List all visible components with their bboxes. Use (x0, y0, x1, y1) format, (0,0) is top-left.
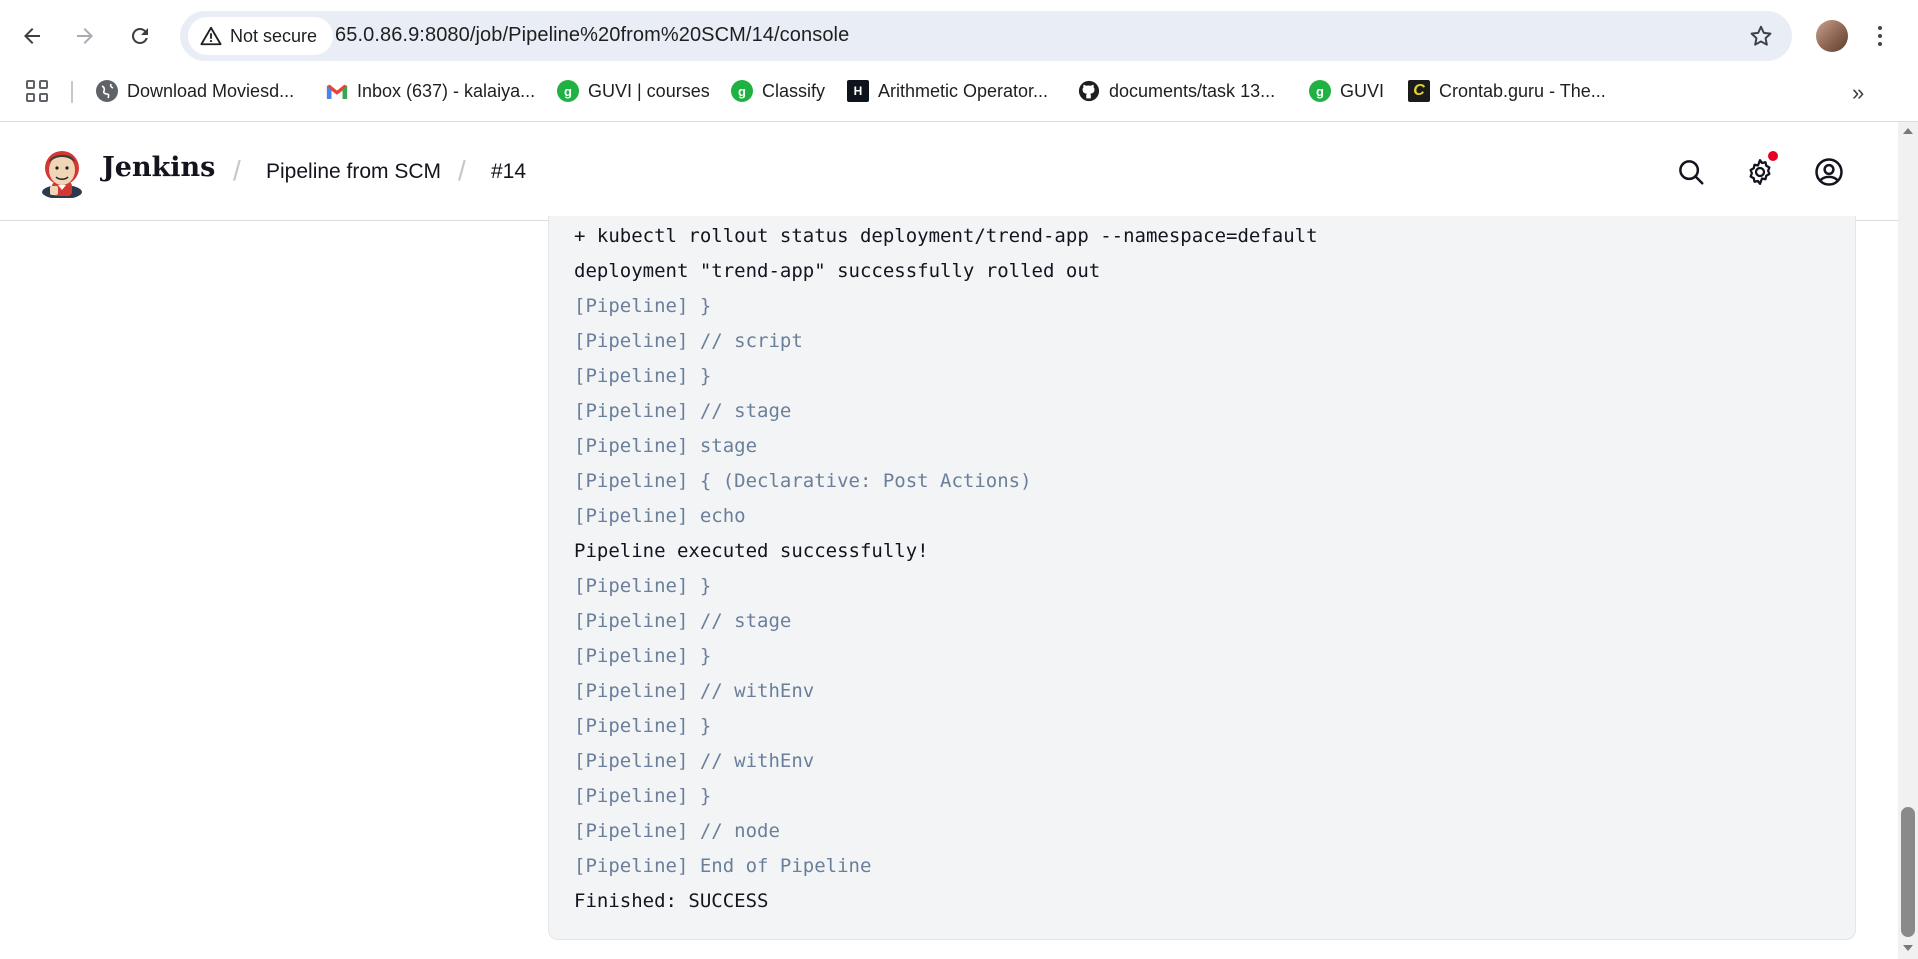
jenkins-logo-icon[interactable] (38, 146, 86, 198)
bookmark-classify[interactable]: g Classify (731, 77, 825, 105)
console-pipeline-line: [Pipeline] } (574, 785, 712, 807)
guvi-icon: g (557, 80, 579, 102)
bookmarks-bar: Download Moviesd... Inbox (637) - kalaiy… (0, 72, 1918, 110)
console-output-line: + kubectl rollout status deployment/tren… (574, 225, 1318, 247)
jenkins-header: Jenkins / Pipeline from SCM / #14 (0, 122, 1898, 221)
bookmark-star-button[interactable] (1746, 21, 1776, 51)
gear-icon (1749, 159, 1771, 185)
bookmark-crontab-guru[interactable]: C Crontab.guru - The... (1408, 77, 1606, 105)
console-pipeline-line: [Pipeline] { (Declarative: Post Actions) (574, 470, 1032, 492)
console-pipeline-line: [Pipeline] } (574, 575, 712, 597)
notification-dot (1768, 151, 1778, 161)
console-pipeline-line: [Pipeline] End of Pipeline (574, 855, 872, 877)
bookmarks-overflow-icon[interactable]: » (1852, 80, 1864, 106)
crontab-icon: C (1408, 80, 1430, 102)
console-lines: + kubectl rollout status deployment/tren… (574, 219, 1318, 919)
arrow-left-icon (24, 28, 40, 44)
bookmark-inbox[interactable]: Inbox (637) - kalaiya... (326, 77, 535, 105)
reload-button[interactable] (120, 16, 160, 56)
arrow-right-icon (77, 28, 93, 44)
url-text[interactable]: 65.0.86.9:8080/job/Pipeline%20from%20SCM… (335, 24, 849, 47)
console-pipeline-line: [Pipeline] // withEnv (574, 750, 815, 772)
scroll-down-arrow-icon[interactable] (1903, 945, 1913, 951)
browser-toolbar: Not secure 65.0.86.9:8080/job/Pipeline%2… (0, 0, 1918, 122)
star-icon (1750, 25, 1772, 46)
console-pipeline-line: [Pipeline] } (574, 365, 712, 387)
address-bar[interactable]: Not secure 65.0.86.9:8080/job/Pipeline%2… (180, 11, 1792, 61)
profile-avatar[interactable] (1816, 20, 1848, 52)
browser-menu-button[interactable] (1870, 20, 1890, 52)
kebab-dot-icon (1878, 26, 1882, 30)
user-circle-icon (1815, 158, 1843, 186)
guvi-icon: g (731, 80, 753, 102)
search-button[interactable] (1671, 152, 1711, 192)
page-scrollbar[interactable] (1898, 122, 1918, 959)
security-chip[interactable]: Not secure (188, 17, 334, 55)
guvi-icon: g (1309, 80, 1331, 102)
breadcrumb-separator: / (233, 155, 241, 186)
console-output-line: Pipeline executed successfully! (574, 540, 929, 562)
scrollbar-thumb[interactable] (1901, 807, 1915, 937)
gmail-icon (326, 80, 348, 102)
console-pipeline-line: [Pipeline] echo (574, 505, 746, 527)
console-pipeline-line: [Pipeline] } (574, 295, 712, 317)
search-icon (1679, 160, 1704, 185)
warning-icon (200, 26, 222, 46)
console-pipeline-line: [Pipeline] // script (574, 330, 803, 352)
hackerrank-icon: H (847, 80, 869, 102)
kebab-dot-icon (1878, 42, 1882, 46)
scroll-up-arrow-icon[interactable] (1903, 128, 1913, 134)
reload-icon (131, 27, 148, 44)
console-pipeline-line: [Pipeline] // stage (574, 400, 792, 422)
bookmarks-divider (71, 81, 73, 103)
bookmark-download-moviesd[interactable]: Download Moviesd... (96, 77, 294, 105)
apps-grid-icon[interactable] (26, 80, 48, 102)
console-pipeline-line: [Pipeline] } (574, 715, 712, 737)
console-output: + kubectl rollout status deployment/tren… (548, 216, 1856, 940)
breadcrumb-build[interactable]: #14 (491, 160, 526, 184)
breadcrumb-job[interactable]: Pipeline from SCM (266, 160, 441, 184)
github-icon (1078, 80, 1100, 102)
console-pipeline-line: [Pipeline] // stage (574, 610, 792, 632)
kebab-dot-icon (1878, 34, 1882, 38)
console-pipeline-line: [Pipeline] // node (574, 820, 780, 842)
console-output-line: Finished: SUCCESS (574, 890, 769, 912)
globe-icon (96, 80, 118, 102)
console-pipeline-line: [Pipeline] } (574, 645, 712, 667)
breadcrumb-separator: / (458, 155, 466, 186)
bookmark-arithmetic-operator[interactable]: H Arithmetic Operator... (847, 77, 1048, 105)
console-pipeline-line: [Pipeline] // withEnv (574, 680, 815, 702)
bookmark-guvi[interactable]: g GUVI (1309, 77, 1384, 105)
bookmark-guvi-courses[interactable]: g GUVI | courses (557, 77, 710, 105)
console-pipeline-line: [Pipeline] stage (574, 435, 758, 457)
forward-button[interactable] (65, 16, 105, 56)
security-label: Not secure (230, 25, 318, 46)
user-account-button[interactable] (1809, 152, 1849, 192)
console-output-line: deployment "trend-app" successfully roll… (574, 260, 1101, 282)
back-button[interactable] (12, 16, 52, 56)
bookmark-documents-task[interactable]: documents/task 13... (1078, 77, 1275, 105)
jenkins-home-link[interactable]: Jenkins (102, 152, 215, 183)
